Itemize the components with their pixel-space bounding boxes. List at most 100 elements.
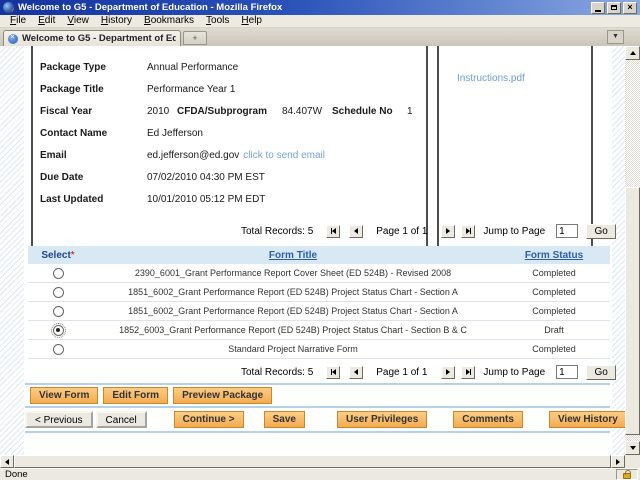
scroll-up-icon [630,51,636,55]
minimize-button[interactable] [591,2,605,14]
edit-form-button[interactable]: Edit Form [103,387,168,404]
package-title-label: Package Title [40,84,147,95]
last-page-button[interactable] [461,225,475,238]
divider [25,431,610,433]
next-page-icon [446,369,450,375]
contact-name-label: Contact Name [40,128,147,139]
form-title-cell: 1851_6002_Grant Performance Report (ED 5… [88,306,498,316]
jump-to-page-input[interactable] [556,224,578,238]
last-page-button[interactable] [461,366,475,379]
prev-page-icon [354,369,358,375]
due-date-row: Due Date 07/02/2010 04:30 PM EST [33,166,426,188]
form-select-radio[interactable] [53,287,64,298]
vertical-scrollbar-thumb[interactable] [625,187,640,435]
view-history-button[interactable]: View History [549,411,625,428]
save-button[interactable]: Save [264,411,305,428]
menu-help[interactable]: Help [235,15,268,27]
jump-to-page-input[interactable] [556,365,578,379]
page-content: Package Type Annual Performance Package … [0,46,625,455]
go-button[interactable]: Go [586,365,616,380]
first-page-button[interactable] [326,366,340,379]
status-text: Done [5,469,616,480]
new-tab-button[interactable]: + [183,31,207,45]
package-type-label: Package Type [40,62,147,73]
close-button[interactable]: × [623,2,637,14]
scroll-right-button[interactable] [611,455,625,468]
cancel-button[interactable]: Cancel [96,411,147,428]
g5-favicon-icon [8,34,18,44]
menu-edit[interactable]: Edit [32,15,61,27]
horizontal-scrollbar[interactable] [0,455,625,468]
fiscal-year-value: 2010 [147,106,177,117]
form-title-column-header[interactable]: Form Title [269,250,317,261]
total-records-value: 5 [308,226,314,237]
restore-button[interactable] [607,2,621,14]
forms-table: Select* Form Title Form Status 2390_6001… [28,246,610,359]
scroll-left-button[interactable] [0,455,14,468]
horizontal-scrollbar-thumb[interactable] [14,455,611,468]
continue-button[interactable]: Continue > [174,411,244,428]
minimize-icon [595,10,601,12]
form-select-radio[interactable] [53,306,64,317]
total-records-value: 5 [308,367,314,378]
restore-icon [611,5,617,10]
form-status-cell: Completed [498,344,610,354]
view-form-button[interactable]: View Form [30,387,98,404]
cfda-subprogram-label: CFDA/Subprogram [177,106,282,117]
send-email-link[interactable]: click to send email [243,150,325,161]
tab-label: Welcome to G5 - Department of Edu... [22,33,176,44]
table-row: 2390_6001_Grant Performance Report Cover… [28,264,610,283]
form-select-radio[interactable] [53,325,64,336]
form-status-column-header[interactable]: Form Status [525,250,583,261]
list-all-tabs-button[interactable]: ▼ [607,30,624,44]
scroll-left-icon [5,459,9,465]
vertical-scrollbar[interactable] [625,46,640,455]
last-updated-label: Last Updated [40,194,147,205]
next-page-button[interactable] [441,366,455,379]
table-row: Standard Project Narrative Form Complete… [28,340,610,359]
tab-welcome-g5[interactable]: Welcome to G5 - Department of Edu... [3,30,181,46]
pagination-bottom: Total Records: 5 Page 1 of 1 Jump to Pag… [241,364,616,380]
menu-bookmarks[interactable]: Bookmarks [138,15,200,27]
form-select-radio[interactable] [53,268,64,279]
window-title: Welcome to G5 - Department of Education … [18,2,591,13]
menu-history[interactable]: History [95,15,138,27]
email-row: Email ed.jefferson@ed.gov click to send … [33,144,426,166]
instructions-pdf-link[interactable]: Instructions.pdf [457,73,525,84]
prev-page-button[interactable] [349,225,363,238]
package-title-row: Package Title Performance Year 1 [33,78,426,100]
email-value: ed.jefferson@ed.gov [147,150,239,161]
menu-view[interactable]: View [61,15,95,27]
menu-tools[interactable]: Tools [200,15,235,27]
form-title-cell: 2390_6001_Grant Performance Report Cover… [88,268,498,278]
page-margin-pattern-left [0,46,24,455]
table-row: 1851_6002_Grant Performance Report (ED 5… [28,302,610,321]
schedule-no-label: Schedule No [332,106,407,117]
table-row: 1851_6002_Grant Performance Report (ED 5… [28,283,610,302]
prev-page-icon [354,228,358,234]
last-updated-row: Last Updated 10/01/2010 05:12 PM EDT [33,188,426,210]
comments-button[interactable]: Comments [453,411,523,428]
prev-page-button[interactable] [349,366,363,379]
form-select-radio[interactable] [53,344,64,355]
first-page-button[interactable] [326,225,340,238]
previous-button[interactable]: < Previous [25,411,93,428]
user-privileges-button[interactable]: User Privileges [337,411,427,428]
next-page-icon [446,228,450,234]
schedule-no-value: 1 [407,106,413,117]
fiscal-year-row: Fiscal Year 2010 CFDA/Subprogram 84.407W… [33,100,426,122]
go-button[interactable]: Go [586,224,616,239]
next-page-button[interactable] [441,225,455,238]
form-status-cell: Completed [498,306,610,316]
menu-file[interactable]: File [4,15,32,27]
form-status-cell: Completed [498,287,610,297]
contact-name-row: Contact Name Ed Jefferson [33,122,426,144]
preview-package-button[interactable]: Preview Package [173,387,272,404]
scroll-down-button[interactable] [625,441,640,455]
page-indicator: Page 1 of 1 [376,367,427,378]
scroll-up-button[interactable] [625,46,640,60]
close-icon: × [627,3,632,12]
tab-bar: Welcome to G5 - Department of Edu... + ▼ [0,28,640,46]
total-records-label: Total Records: [241,226,305,237]
last-updated-value: 10/01/2010 05:12 PM EDT [147,194,426,205]
